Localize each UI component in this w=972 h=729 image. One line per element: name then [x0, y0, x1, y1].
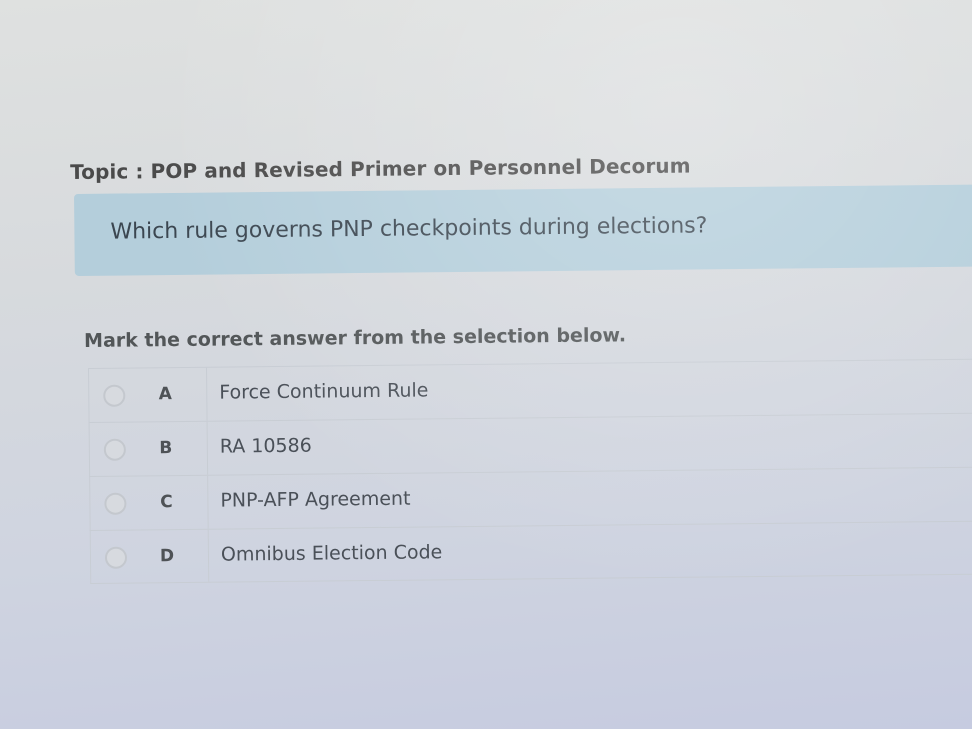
- quiz-screen: Topic : POP and Revised Primer on Person…: [0, 0, 972, 729]
- divider: [207, 529, 210, 582]
- divider: [206, 421, 209, 475]
- question-box: Which rule governs PNP checkpoints durin…: [74, 184, 972, 276]
- option-d[interactable]: D Omnibus Election Code: [89, 520, 972, 584]
- divider: [207, 475, 209, 529]
- option-text[interactable]: Omnibus Election Code: [221, 541, 443, 565]
- instruction-text: Mark the correct answer from the selecti…: [84, 324, 627, 352]
- radio-d[interactable]: [104, 546, 128, 569]
- option-letter: D: [159, 546, 175, 567]
- option-text[interactable]: RA 10586: [220, 435, 312, 458]
- option-letter: C: [160, 492, 173, 513]
- option-text[interactable]: Force Continuum Rule: [219, 379, 428, 403]
- question-text: Which rule governs PNP checkpoints durin…: [110, 213, 708, 245]
- radio-c[interactable]: [104, 492, 127, 515]
- option-c[interactable]: C PNP-AFP Agreement: [89, 466, 972, 530]
- topic-heading: Topic : POP and Revised Primer on Person…: [70, 153, 691, 184]
- answer-options: A Force Continuum Rule B RA 10586 C PNP-…: [88, 358, 972, 584]
- radio-b[interactable]: [103, 438, 126, 461]
- option-letter: A: [158, 384, 172, 405]
- radio-a[interactable]: [103, 384, 126, 407]
- divider: [206, 367, 208, 421]
- option-b[interactable]: B RA 10586: [88, 412, 972, 476]
- option-a[interactable]: A Force Continuum Rule: [88, 358, 972, 422]
- option-letter: B: [159, 438, 173, 459]
- option-text[interactable]: PNP-AFP Agreement: [220, 488, 410, 512]
